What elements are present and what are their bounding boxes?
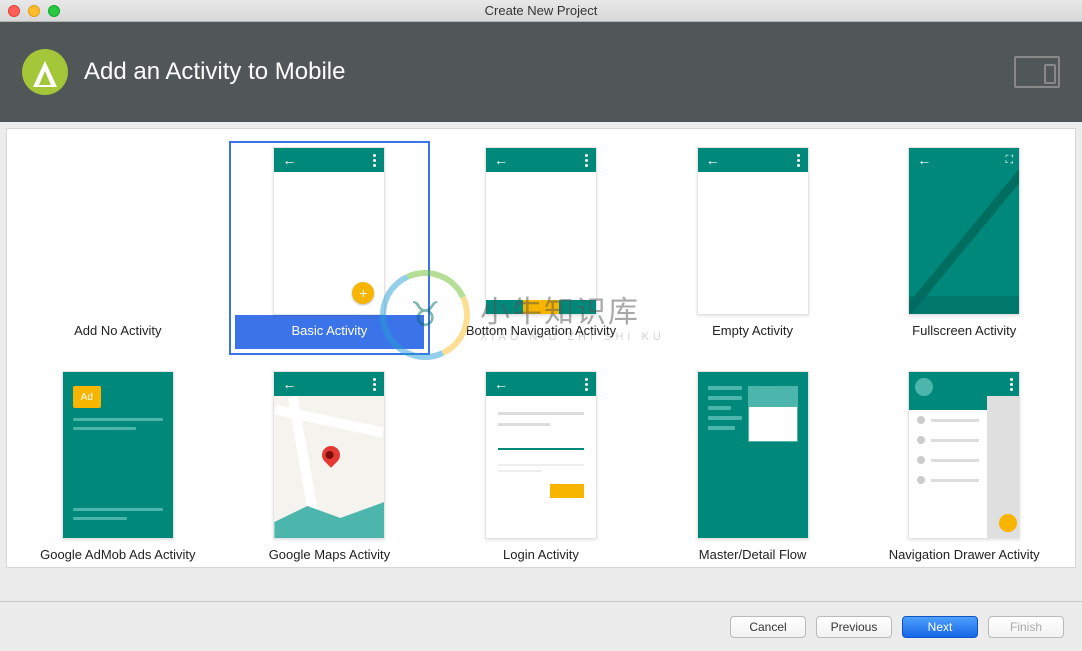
template-label: Empty Activity xyxy=(710,315,795,349)
template-gallery: Add No Activity ← + Basic Activity ← Bottom N… xyxy=(6,128,1076,568)
template-card-bottomnav[interactable]: ← Bottom Navigation Activity xyxy=(440,141,642,355)
fab-icon xyxy=(999,514,1017,532)
template-card-navdrawer[interactable]: Navigation Drawer Activity xyxy=(863,365,1065,568)
wizard-footer: Cancel Previous Next Finish xyxy=(0,601,1082,651)
template-label: Google AdMob Ads Activity xyxy=(38,539,197,568)
ad-badge: Ad xyxy=(73,386,101,408)
template-label: Fullscreen Activity xyxy=(910,315,1018,349)
template-label: Master/Detail Flow xyxy=(697,539,809,568)
back-arrow-icon: ← xyxy=(282,152,296,168)
back-arrow-icon: ← xyxy=(706,152,720,168)
wizard-header: Add an Activity to Mobile xyxy=(0,22,1082,122)
overflow-menu-icon xyxy=(585,154,588,167)
template-card-fullscreen[interactable]: ←⛶Fullscreen Activity xyxy=(863,141,1065,355)
template-card-basic[interactable]: ← + Basic Activity xyxy=(229,141,431,355)
map-pin-icon xyxy=(319,442,344,467)
template-label: Bottom Navigation Activity xyxy=(464,315,618,349)
overflow-menu-icon xyxy=(373,378,376,391)
template-card-admob[interactable]: Ad Google AdMob Ads Activity xyxy=(17,365,219,568)
back-arrow-icon: ← xyxy=(494,152,508,168)
overflow-menu-icon xyxy=(1010,378,1013,391)
template-card-empty[interactable]: ← Empty Activity xyxy=(652,141,854,355)
overflow-menu-icon xyxy=(585,378,588,391)
page-title: Add an Activity to Mobile xyxy=(84,58,345,86)
template-card-login[interactable]: ← Login Activity xyxy=(440,365,642,568)
overflow-menu-icon xyxy=(797,154,800,167)
form-factor-icon xyxy=(1014,56,1060,88)
template-card-none[interactable]: Add No Activity xyxy=(17,141,219,355)
template-label: Add No Activity xyxy=(72,315,163,349)
cancel-button[interactable]: Cancel xyxy=(730,616,806,638)
template-label: Login Activity xyxy=(501,539,581,568)
template-label: Google Maps Activity xyxy=(267,539,392,568)
titlebar: Create New Project xyxy=(0,0,1082,22)
finish-button[interactable]: Finish xyxy=(988,616,1064,638)
window-title: Create New Project xyxy=(0,3,1082,18)
back-arrow-icon: ← xyxy=(494,376,508,392)
previous-button[interactable]: Previous xyxy=(816,616,892,638)
template-label: Basic Activity xyxy=(235,315,425,349)
android-studio-logo-icon xyxy=(22,49,68,95)
back-arrow-icon: ← xyxy=(282,376,296,392)
overflow-menu-icon xyxy=(373,154,376,167)
template-label: Navigation Drawer Activity xyxy=(887,539,1042,568)
template-card-masterdetail[interactable]: Master/Detail Flow xyxy=(652,365,854,568)
fab-icon: + xyxy=(352,282,374,304)
next-button[interactable]: Next xyxy=(902,616,978,638)
template-card-maps[interactable]: ← Google Maps Activity xyxy=(229,365,431,568)
